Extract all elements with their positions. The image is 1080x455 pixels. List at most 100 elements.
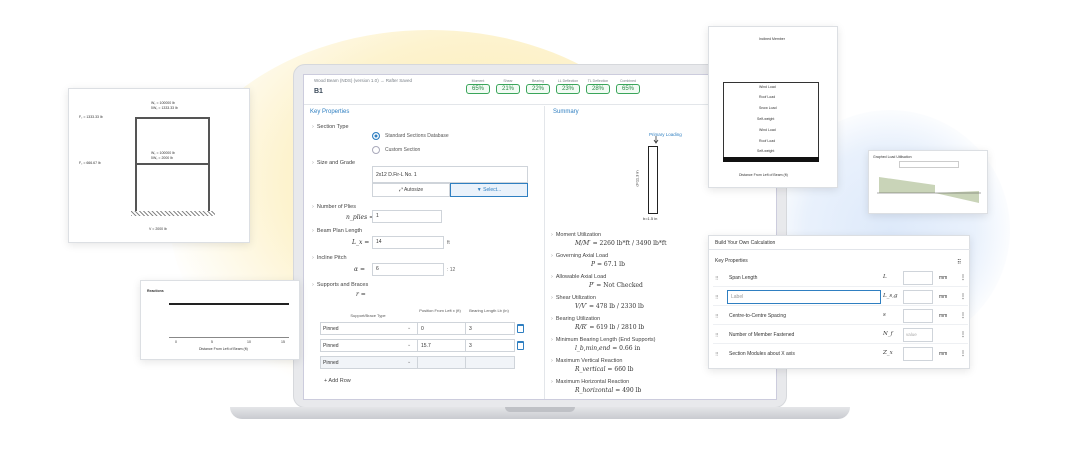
loads-axis-label: Distance From Left of Beam (ft) [739,173,788,177]
pitch-unit: : 12 [447,267,456,273]
build-section-title: Key Properties [715,258,748,264]
graph-title: Graphed Load Utilisation [873,155,912,159]
result-label: Bearing Utilization [551,316,600,322]
util-bearing[interactable]: Bearing 22% [526,79,550,94]
util-combined[interactable]: Combined 65% [616,79,640,94]
supports-label: Supports and Braces [312,282,368,288]
more-icon[interactable]: ⋮ [960,331,966,338]
result-value: l_b,min,end = 0.66 in [575,345,641,352]
result-label: Maximum Vertical Reaction [551,358,623,364]
pitch-label: Incline Pitch [312,255,347,261]
support-row[interactable]: Pinned ⌄ 0 3 [320,322,515,335]
size-grade-field[interactable]: 2x12 D.Fir-L No. 1 [372,166,528,183]
more-icon[interactable]: ⋮ [960,312,966,319]
ground-hatch [131,211,215,216]
build-row[interactable]: ⠿ Number of Member Fastened N_f value ⋮ [713,327,968,344]
select-button[interactable]: ▼ Select... [450,183,528,197]
result-value: R/R′ = 619 lb / 2810 lb [575,324,645,331]
more-icon[interactable]: ⋮ [960,274,966,281]
key-properties-panel: Key Properties Section Type Standard Sec… [304,106,540,399]
col-support-type: Support/Brace Type [350,313,386,318]
utilisation-graph [877,177,981,203]
span-symbol: L_x = [352,239,370,246]
result-value: M/M′ = 2260 lb*ft / 3490 lb*ft [575,240,667,247]
breadcrumb[interactable]: Wood Beam (NDS) (version 1.0) → Rafter S… [314,78,412,83]
beam-name: B1 [314,88,323,95]
supports-symbol: r = [356,291,366,298]
build-calculation-card: Build Your Own Calculation Key Propertie… [708,235,971,369]
label-input[interactable]: Label [727,290,881,304]
drag-handle-icon[interactable]: ⠿ [715,314,719,320]
axis-label: Distance From Left of Beam (ft) [199,347,248,351]
util-moment[interactable]: Moment 65% [466,79,490,94]
dw-mid: δW꜀ = 2000 lb [151,156,173,160]
span-input[interactable]: 14 [372,236,444,249]
dw-top: δW꜀ = 1333.33 lb [151,106,178,110]
radio-custom-label: Custom Section [385,147,421,153]
radio-standard[interactable] [372,132,380,140]
result-value: V/V′ = 478 lb / 2330 lb [575,303,644,310]
graph-card: Graphed Load Utilisation [868,150,988,214]
loads-card: Inclined Member Wind Load Roof Load Snow… [708,26,838,188]
marketing-stage: Wood Beam (NDS) (version 1.0) → Rafter S… [0,0,1080,455]
span-unit: ft [447,240,450,246]
result-value: P′ = Not Checked [589,282,643,289]
dim-d: d=11.3 in [634,170,640,187]
drag-handle-icon[interactable]: ⠿ [715,352,719,358]
chevron-down-icon[interactable]: ⌄ [407,342,411,348]
build-row[interactable]: ⠿ Span Length Lmm ⋮ [713,270,968,287]
radio-custom[interactable] [372,146,380,154]
plies-label: Number of Plies [312,204,356,210]
plies-input[interactable]: 1 [372,210,442,223]
result-label: Allowable Axial Load [551,274,606,280]
section-type-label: Section Type [312,124,349,130]
autosize-button[interactable]: ⤢ Autosize [372,183,450,197]
arrow-down-icon [653,136,659,144]
build-title: Build Your Own Calculation [709,236,971,250]
plies-symbol: n_plies = [346,214,375,221]
col-position: Position From Left x (ft) [419,308,461,313]
add-row-button[interactable]: + Add Row [324,378,351,384]
result-label: Shear Utilization [551,295,596,301]
trash-icon[interactable] [517,341,524,350]
radio-standard-label: Standard Sections Database [385,133,449,139]
result-label: Moment Utilization [551,232,601,238]
util-tl-deflection[interactable]: TL Deflection 28% [586,79,610,94]
reactions-title: Reactions [147,289,164,293]
more-icon[interactable]: ⋮ [960,350,966,357]
more-icon[interactable]: ⋮ [960,293,966,300]
util-shear[interactable]: Shear 21% [496,79,520,94]
grid-menu-icon[interactable]: ⠿ [957,259,961,266]
v-bottom: V = 2000 lb [149,227,167,231]
chevron-down-icon[interactable]: ⌄ [407,359,411,365]
frame-diagram-card: W꜀ = 100000 lb δW꜀ = 1333.33 lb F꜀ = 133… [68,88,250,243]
key-properties-title: Key Properties [310,109,350,115]
loads-title: Inclined Member [759,37,785,41]
support-row[interactable]: Pinned ⌄ 15.7 3 [320,339,515,352]
build-row[interactable]: ⠿ Centre-to-Centre Spacing s mm ⋮ [713,308,968,325]
beam-cross-section [648,146,658,214]
chevron-down-icon[interactable]: ⌄ [407,325,411,331]
trash-icon[interactable] [517,324,524,333]
result-value: P = 67.1 lb [591,261,625,268]
result-value: R_vertical = 660 lb [575,366,634,373]
drag-handle-icon[interactable]: ⠿ [715,295,719,301]
result-label: Maximum Horizontal Reaction [551,379,629,385]
span-label: Beam Plan Length [312,228,362,234]
support-row[interactable]: Pinned ⌄ [320,356,515,369]
laptop-notch [505,407,575,412]
result-label: Minimum Bearing Length (End Supports) [551,337,656,343]
app-screen: Wood Beam (NDS) (version 1.0) → Rafter S… [303,74,777,400]
build-row[interactable]: ⠿ Section Modules about X axis Z_x mm ⋮ [713,346,968,363]
pitch-input[interactable]: 6 [372,263,444,276]
f-top: F꜀ = 1333.33 lb [79,115,103,119]
dim-b: b=1.5 in [643,216,658,221]
f-mid: F꜀ = 666.67 lb [79,161,101,165]
drag-handle-icon[interactable]: ⠿ [715,333,719,339]
graph-dropdown[interactable] [899,161,959,168]
col-bearing: Bearing Length Lb (in) [469,308,509,313]
app-topbar: Wood Beam (NDS) (version 1.0) → Rafter S… [304,75,776,105]
build-row[interactable]: ⠿ Label L_s,g mm ⋮ [713,289,968,306]
util-ll-deflection[interactable]: LL Deflection 23% [556,79,580,94]
drag-handle-icon[interactable]: ⠿ [715,276,719,282]
